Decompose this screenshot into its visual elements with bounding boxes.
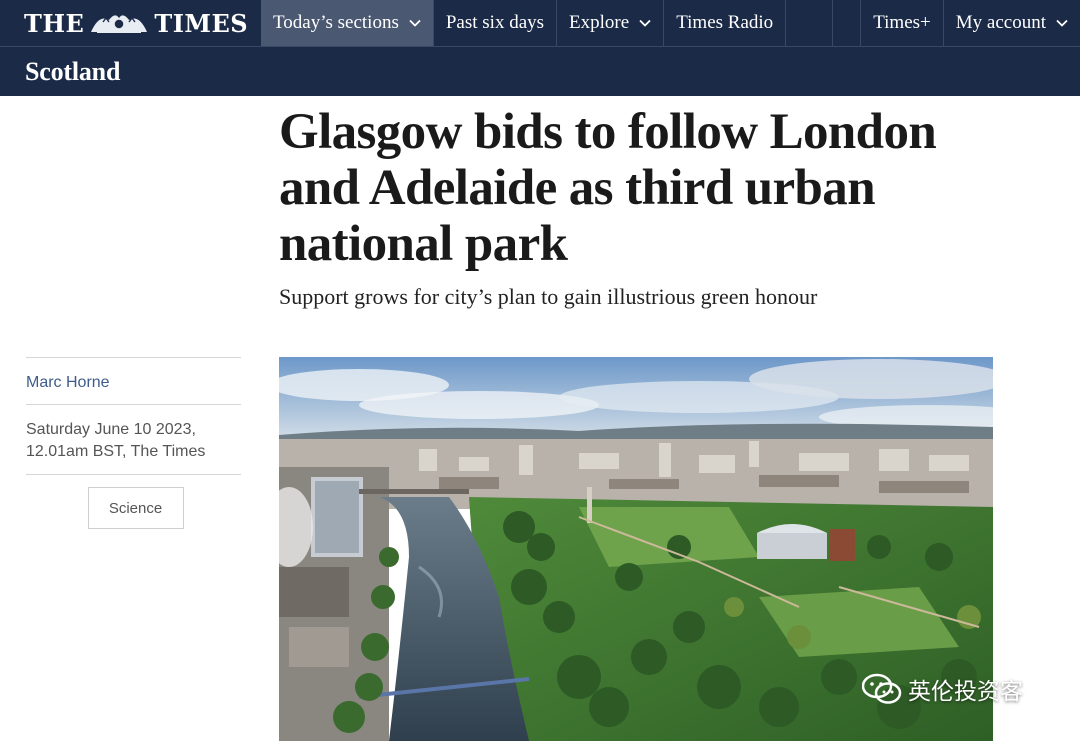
nav-times-plus[interactable]: Times+ bbox=[861, 0, 944, 46]
royal-crest-icon bbox=[91, 15, 148, 33]
wechat-icon bbox=[862, 673, 902, 704]
watermark-text: 英伦投资客 bbox=[908, 679, 1023, 705]
nav-label: Today’s sections bbox=[273, 12, 399, 33]
section-title[interactable]: Scotland bbox=[0, 57, 120, 87]
nav-todays-sections[interactable]: Today’s sections bbox=[261, 0, 434, 46]
byline-column: Marc Horne Saturday June 10 2023, 12.01a… bbox=[26, 357, 241, 529]
nav-gap bbox=[833, 0, 862, 46]
nav-explore[interactable]: Explore bbox=[557, 0, 665, 46]
topic-tag-button[interactable]: Science bbox=[87, 487, 184, 529]
article-headline: Glasgow bids to follow London and Adelai… bbox=[279, 104, 937, 272]
chevron-down-icon bbox=[409, 19, 421, 27]
nav-label: Times+ bbox=[873, 12, 931, 33]
nav-divider bbox=[786, 0, 834, 46]
article-standfirst: Support grows for city’s plan to gain il… bbox=[279, 284, 818, 309]
dateline-date: Saturday June 10 2023, bbox=[26, 421, 196, 438]
author-link[interactable]: Marc Horne bbox=[26, 358, 241, 404]
section-bar: Scotland bbox=[0, 47, 1080, 96]
logo-word-times: TIMES bbox=[154, 8, 249, 38]
times-logo[interactable]: THE TIMES bbox=[0, 0, 261, 46]
chevron-down-icon bbox=[639, 19, 651, 27]
nav-label: Past six days bbox=[445, 12, 545, 33]
divider bbox=[26, 474, 241, 475]
logo-word-the: THE bbox=[24, 8, 85, 38]
wechat-watermark: 英伦投资客 bbox=[862, 672, 1023, 706]
nav-times-radio[interactable]: Times Radio bbox=[664, 0, 787, 46]
top-nav-bar: THE TIMES Today’s sections Past six days… bbox=[0, 0, 1080, 47]
nav-my-account[interactable]: My account bbox=[944, 0, 1080, 46]
dateline: Saturday June 10 2023, 12.01am BST, The … bbox=[26, 405, 241, 474]
chevron-down-icon bbox=[1056, 19, 1068, 27]
nav-past-six-days[interactable]: Past six days bbox=[434, 0, 558, 46]
nav-label: Explore bbox=[569, 12, 630, 33]
dateline-time: 12.01am BST, The Times bbox=[26, 443, 206, 460]
nav-label: Times Radio bbox=[676, 12, 774, 33]
nav-label: My account bbox=[955, 12, 1046, 33]
